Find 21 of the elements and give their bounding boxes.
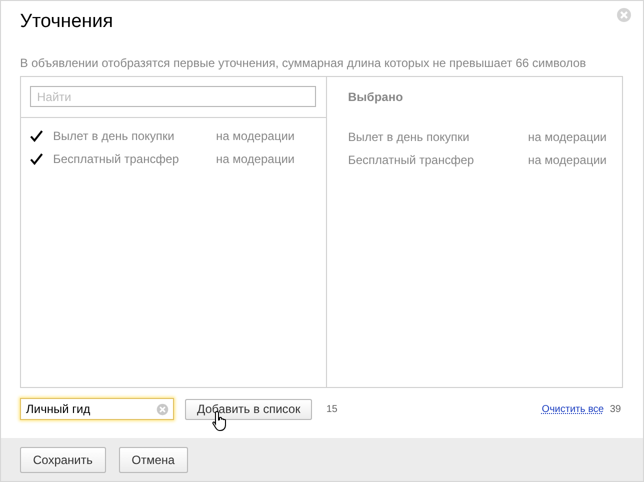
- add-button[interactable]: Добавить в список: [185, 398, 312, 420]
- item-name[interactable]: Бесплатный трансфер: [53, 152, 216, 166]
- item-status: на модерации: [216, 152, 295, 166]
- cancel-button[interactable]: Отмена: [118, 446, 188, 472]
- item-name: Бесплатный трансфер: [348, 152, 475, 166]
- item-name: Вылет в день покупки: [348, 130, 470, 144]
- dialog-title: Уточнения: [20, 10, 114, 34]
- clear-all-link[interactable]: Очистить все: [542, 404, 604, 414]
- selected-heading: Выбрано: [348, 90, 404, 106]
- item-status: на модерации: [528, 152, 607, 166]
- clear-icon[interactable]: [156, 402, 169, 416]
- close-icon[interactable]: [616, 7, 632, 23]
- save-button[interactable]: Сохранить: [20, 446, 106, 472]
- remaining-count: 15: [326, 404, 338, 414]
- item-status: на модерации: [216, 128, 295, 142]
- text-input[interactable]: Личный гид: [20, 398, 174, 420]
- item-name[interactable]: Вылет в день покупки: [53, 128, 216, 142]
- description-text: В объявлении отобразятся первые уточнения, суммарная длина которых не превышает 66 символов: [20, 56, 588, 72]
- total-count: 39: [610, 404, 621, 414]
- item-status: на модерации: [528, 130, 607, 144]
- search-field[interactable]: Найти: [30, 86, 316, 107]
